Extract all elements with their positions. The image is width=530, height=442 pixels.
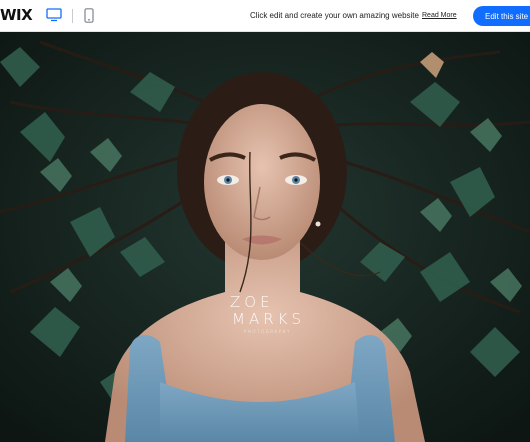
- wix-logo[interactable]: WIX: [0, 6, 33, 24]
- hero-image: ZOE MARKS PHOTOGRAPHY: [0, 32, 530, 442]
- brand-tagline: PHOTOGRAPHY: [244, 329, 291, 334]
- top-bar: WIX Click edit and create your own amazi…: [0, 0, 530, 32]
- read-more-link[interactable]: Read More: [422, 12, 457, 19]
- brand-name-last: MARKS: [232, 310, 305, 328]
- hero-photo-illustration: [0, 32, 530, 442]
- brand-name-first: ZOE: [230, 293, 274, 311]
- desktop-view-icon[interactable]: [46, 8, 62, 27]
- edit-site-button[interactable]: Edit this site: [473, 6, 530, 26]
- mobile-view-icon[interactable]: [84, 8, 94, 28]
- promo-text: Click edit and create your own amazing w…: [250, 11, 419, 20]
- brand-logo: ZOE MARKS PHOTOGRAPHY: [230, 293, 305, 335]
- view-divider: [72, 9, 73, 23]
